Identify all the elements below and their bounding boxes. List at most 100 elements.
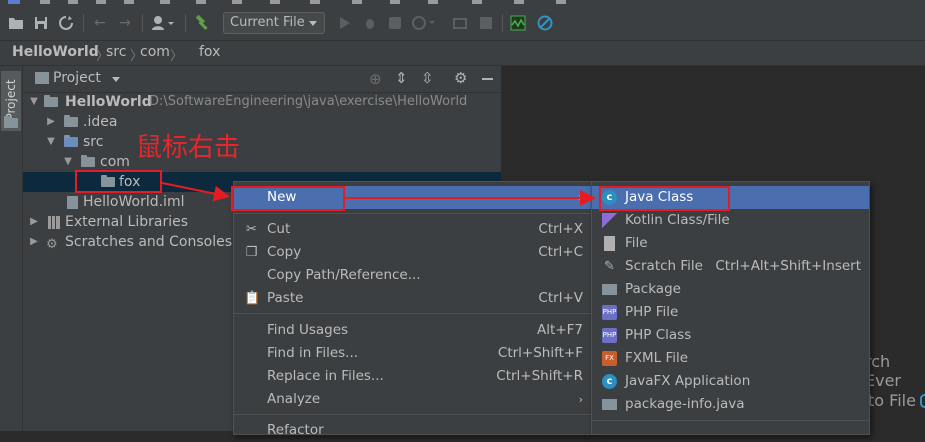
menu-item-cut-label: Cut xyxy=(267,221,291,237)
menu-item[interactable] xyxy=(310,0,320,4)
annotation-highlight-java-class xyxy=(599,186,730,211)
menu-item[interactable] xyxy=(390,0,400,4)
submenu-item-javafx-app-label: JavaFX Application xyxy=(625,373,751,389)
submenu-item-javafx-app[interactable]: c JavaFX Application xyxy=(592,370,869,393)
tree-row-com[interactable]: ▼ com xyxy=(23,152,501,172)
chevron-down-icon[interactable]: ▼ xyxy=(63,152,73,172)
submenu-item-php-class[interactable]: PHP PHP Class xyxy=(592,324,869,347)
submenu-item-file[interactable]: File xyxy=(592,232,869,255)
chevron-down-icon[interactable]: ▼ xyxy=(46,132,56,152)
run-icon[interactable] xyxy=(337,15,353,31)
profile-dropdown-icon[interactable] xyxy=(412,15,438,31)
run-configuration-label: Current File xyxy=(230,15,305,30)
tree-label-iml: HelloWorld.iml xyxy=(83,194,185,210)
collapse-all-icon[interactable]: ⇳ xyxy=(421,69,434,87)
menu-item[interactable] xyxy=(472,0,482,4)
chevron-down-icon[interactable] xyxy=(112,77,120,82)
breadcrumb-item-helloworld[interactable]: HelloWorld xyxy=(12,44,99,60)
menu-item[interactable] xyxy=(556,0,566,4)
submenu-item-php-file-label: PHP File xyxy=(625,304,679,320)
run-configuration-dropdown[interactable]: Current File xyxy=(223,12,325,34)
open-folder-icon[interactable] xyxy=(8,15,24,31)
user-dropdown-icon[interactable] xyxy=(150,15,178,31)
menu-separator xyxy=(234,313,591,314)
menu-item-analyze[interactable]: Analyze › xyxy=(234,388,591,411)
submenu-item-kotlin-class[interactable]: Kotlin Class/File xyxy=(592,209,869,232)
chevron-right-icon[interactable]: ▶ xyxy=(29,212,39,232)
menu-item[interactable] xyxy=(232,0,242,4)
chevron-right-icon: › xyxy=(578,393,583,406)
menu-separator xyxy=(234,213,591,214)
debug-icon[interactable] xyxy=(362,15,378,31)
scissors-icon: ✂ xyxy=(246,222,257,237)
left-tool-stripe: Project xyxy=(0,66,23,431)
back-arrow-icon[interactable]: ← xyxy=(92,15,108,31)
menu-item[interactable] xyxy=(68,0,78,4)
submenu-item-package-label: Package xyxy=(625,281,681,297)
gear-icon[interactable]: ⚙ xyxy=(454,69,467,87)
menu-item[interactable] xyxy=(196,0,206,4)
context-menu: New › ✂ Cut Ctrl+X ❐ Copy Ctrl+C Copy Pa… xyxy=(233,181,592,438)
save-all-icon[interactable] xyxy=(33,15,49,31)
breadcrumb-item-com[interactable]: com xyxy=(140,44,170,60)
project-panel-title[interactable]: Project xyxy=(53,70,101,86)
tree-row-idea[interactable]: ▶ .idea xyxy=(23,112,501,132)
build-project-icon[interactable] xyxy=(452,15,468,31)
stop-icon[interactable] xyxy=(478,15,494,31)
submenu-item-package[interactable]: Package xyxy=(592,278,869,301)
chevron-right-icon[interactable]: ▶ xyxy=(29,232,39,252)
project-folder-icon xyxy=(4,116,18,128)
run-with-coverage-icon[interactable] xyxy=(387,15,403,31)
menu-item[interactable] xyxy=(514,0,524,4)
menu-item-find-in-files[interactable]: Find in Files... Ctrl+Shift+F xyxy=(234,342,591,365)
menu-item[interactable] xyxy=(352,0,362,4)
forward-arrow-icon[interactable]: → xyxy=(117,15,133,31)
menu-item-cut-shortcut: Ctrl+X xyxy=(538,221,583,237)
toolbar-separator xyxy=(142,14,143,32)
menu-separator xyxy=(592,420,869,421)
tree-row-src[interactable]: ▼ src xyxy=(23,132,501,152)
submenu-item-php-file[interactable]: PHP PHP File xyxy=(592,301,869,324)
activity-monitor-icon[interactable] xyxy=(510,15,526,31)
locate-target-icon[interactable]: ⊕ xyxy=(369,70,382,88)
submenu-item-fxml-file[interactable]: FX FXML File xyxy=(592,347,869,370)
annotation-right-click-text: 鼠标右击 xyxy=(136,133,241,163)
menu-item[interactable] xyxy=(428,0,438,4)
submenu-item-scratch-file[interactable]: ✎ Scratch File Ctrl+Alt+Shift+Insert xyxy=(592,255,869,278)
menu-item[interactable] xyxy=(270,0,280,4)
breadcrumb-item-src[interactable]: src xyxy=(106,44,126,60)
sync-icon[interactable] xyxy=(58,15,74,31)
tree-label-src: src xyxy=(83,134,104,150)
menu-item-cut[interactable]: ✂ Cut Ctrl+X xyxy=(234,218,591,241)
toolbar-separator xyxy=(185,14,186,32)
expand-all-icon[interactable]: ⇕ xyxy=(395,69,408,87)
breadcrumb-item-fox[interactable]: fox xyxy=(199,44,220,60)
menu-item[interactable] xyxy=(40,0,50,4)
menu-item-paste-label: Paste xyxy=(267,290,304,306)
fxml-file-icon: FX xyxy=(602,351,617,366)
submenu-item-php-class-label: PHP Class xyxy=(625,327,692,343)
chevron-right-icon[interactable]: ▶ xyxy=(46,112,56,132)
menu-item[interactable] xyxy=(96,0,106,4)
menu-item-copy-label: Copy xyxy=(267,244,302,260)
menu-item-copy[interactable]: ❐ Copy Ctrl+C xyxy=(234,241,591,264)
javafx-class-icon: c xyxy=(602,374,617,389)
power-save-icon[interactable] xyxy=(537,15,553,31)
submenu-item-package-info[interactable]: package-info.java xyxy=(592,393,869,416)
annotation-highlight-new xyxy=(231,186,345,211)
chevron-down-icon[interactable]: ▼ xyxy=(29,92,39,112)
submenu-item-kotlin-class-label: Kotlin Class/File xyxy=(625,212,730,228)
scratches-icon: ⚙ xyxy=(46,237,58,252)
menu-item-find-in-files-shortcut: Ctrl+Shift+F xyxy=(497,345,583,361)
tree-row-helloworld[interactable]: ▼ HelloWorld D:\SoftwareEngineering\java… xyxy=(23,92,501,112)
build-hammer-icon[interactable] xyxy=(194,15,210,31)
menu-item-find-usages[interactable]: Find Usages Alt+F7 xyxy=(234,319,591,342)
menu-item-replace-in-files[interactable]: Replace in Files... Ctrl+Shift+R xyxy=(234,365,591,388)
package-folder-icon xyxy=(81,155,95,167)
menu-item-copy-path[interactable]: Copy Path/Reference... xyxy=(234,264,591,287)
menu-item[interactable] xyxy=(160,0,170,4)
kotlin-file-icon xyxy=(602,213,617,228)
menu-item[interactable] xyxy=(124,0,134,4)
menu-item-paste[interactable]: 📋 Paste Ctrl+V xyxy=(234,287,591,310)
minimize-icon[interactable] xyxy=(482,78,493,80)
